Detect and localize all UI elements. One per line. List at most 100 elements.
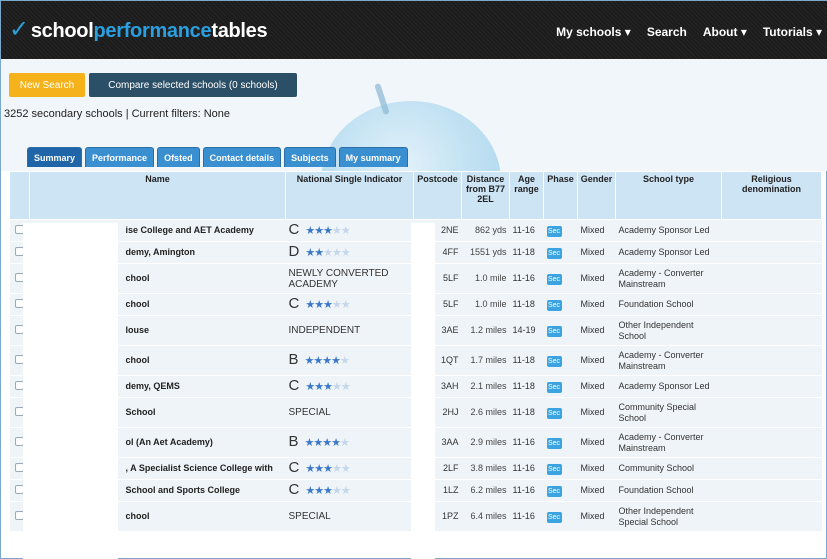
phase-cell: Sec: [543, 427, 578, 458]
nsi-grade: C: [288, 295, 300, 312]
star-icon: ★: [331, 437, 341, 449]
phase-badge: Sec: [546, 355, 562, 367]
nsi-grade: C: [288, 459, 300, 476]
age-range-cell: 11-18: [509, 345, 544, 376]
tab-summary[interactable]: Summary: [27, 147, 83, 167]
phase-cell: Sec: [543, 345, 578, 376]
nsi-cell: INDEPENDENT: [285, 315, 414, 346]
star-icon: ★: [340, 381, 351, 393]
age-range-cell: 11-16: [509, 263, 544, 294]
phase-cell: Sec: [543, 457, 578, 480]
phase-cell: Sec: [543, 315, 578, 346]
star-icon: ★: [322, 437, 332, 449]
star-icon: ★: [340, 463, 351, 475]
star-icon: ★: [305, 463, 315, 475]
religious-denomination-cell: [721, 479, 822, 502]
phase-cell: Sec: [543, 501, 578, 532]
phase-cell: Sec: [543, 375, 578, 398]
age-range-column-header[interactable]: Age range: [509, 171, 544, 220]
school-type-cell: Community Special School: [615, 397, 722, 428]
postcode-column-header[interactable]: Postcode: [413, 171, 462, 220]
tab-contact-details[interactable]: Contact details: [202, 147, 282, 167]
tab-ofsted[interactable]: Ofsted: [157, 147, 200, 167]
star-rating: ★★★★★: [305, 355, 350, 367]
star-icon: ★: [323, 247, 333, 259]
religious-denomination-cell: [721, 457, 822, 480]
star-icon: ★: [323, 485, 333, 497]
phase-badge: Sec: [546, 463, 562, 475]
new-search-button[interactable]: New Search: [9, 73, 85, 97]
age-range-cell: 11-18: [509, 293, 544, 316]
tab-my-summary[interactable]: My summary: [338, 147, 408, 167]
nsi-status-text: SPECIAL: [288, 407, 331, 418]
religious-denomination-cell: [721, 293, 822, 316]
phase-cell: Sec: [543, 263, 578, 294]
star-icon: ★: [331, 485, 342, 497]
nav-my-schools[interactable]: My schools ▾: [556, 25, 631, 39]
distance-cell: 1.7 miles: [461, 345, 510, 376]
distance-cell: 6.4 miles: [461, 501, 510, 532]
star-icon: ★: [340, 355, 350, 367]
nsi-status-text: NEWLY CONVERTED ACADEMY: [288, 267, 389, 290]
star-icon: ★: [314, 463, 324, 475]
age-range-cell: 11-16: [509, 479, 544, 502]
redaction-block: [23, 223, 118, 559]
gender-cell: Mixed: [577, 375, 616, 398]
gender-cell: Mixed: [577, 427, 616, 458]
tab-performance[interactable]: Performance: [85, 147, 155, 167]
school-type-cell: Academy - Converter Mainstream: [615, 263, 722, 294]
nav-tutorials[interactable]: Tutorials ▾: [763, 25, 822, 39]
star-icon: ★: [331, 299, 342, 311]
age-range-cell: 11-18: [509, 397, 544, 428]
star-icon: ★: [323, 299, 333, 311]
distance-cell: 1.2 miles: [461, 315, 510, 346]
school-type-cell: Other Independent School: [615, 315, 722, 346]
star-icon: ★: [313, 355, 323, 367]
school-type-cell: Academy Sponsor Led: [615, 375, 722, 398]
phase-badge: Sec: [546, 485, 562, 497]
star-icon: ★: [323, 381, 333, 393]
tab-subjects[interactable]: Subjects: [284, 147, 336, 167]
gender-cell: Mixed: [577, 397, 616, 428]
nsi-grade: B: [288, 433, 299, 450]
top-navigation-bar: ✓ schoolperformancetables My schools ▾ Se…: [1, 1, 827, 59]
logo-text-school: school: [30, 20, 94, 42]
nav-about[interactable]: About ▾: [703, 25, 747, 39]
redaction-block: [411, 223, 435, 559]
star-icon: ★: [340, 225, 351, 237]
star-icon: ★: [322, 355, 332, 367]
nsi-grade: D: [288, 243, 300, 260]
star-icon: ★: [340, 437, 350, 449]
star-icon: ★: [331, 463, 342, 475]
school-type-column-header[interactable]: School type: [615, 171, 722, 220]
phase-cell: Sec: [543, 219, 578, 242]
religious-denomination-cell: [721, 315, 822, 346]
nav-search[interactable]: Search: [647, 25, 687, 39]
nsi-grade: C: [288, 481, 300, 498]
logo-text-tables: tables: [211, 20, 268, 42]
compare-schools-button[interactable]: Compare selected schools (0 schools): [89, 73, 297, 97]
phase-badge: Sec: [546, 325, 562, 337]
distance-column-header[interactable]: Distance from B77 2EL: [461, 171, 510, 220]
nsi-column-header[interactable]: National Single Indicator: [285, 171, 414, 220]
site-logo[interactable]: ✓ schoolperformancetables: [9, 15, 268, 44]
results-summary: 3252 secondary schools | Current filters…: [4, 108, 231, 120]
star-icon: ★: [323, 463, 333, 475]
phase-column-header[interactable]: Phase: [543, 171, 578, 220]
nsi-status-text: SPECIAL: [288, 511, 331, 522]
gender-column-header[interactable]: Gender: [577, 171, 616, 220]
distance-cell: 1.0 mile: [461, 293, 510, 316]
religious-denomination-cell: [721, 345, 822, 376]
star-icon: ★: [331, 355, 341, 367]
religious-denomination-cell: [721, 375, 822, 398]
age-range-cell: 11-16: [509, 219, 544, 242]
religious-denomination-column-header[interactable]: Religious denomination: [721, 171, 822, 220]
nsi-cell: D ★★★★★: [285, 241, 414, 264]
nsi-cell: C ★★★★★: [285, 457, 414, 480]
star-icon: ★: [340, 485, 351, 497]
name-column-header[interactable]: Name: [29, 171, 286, 220]
results-tabs: Summary Performance Ofsted Contact detai…: [27, 147, 408, 167]
phase-badge: Sec: [546, 299, 562, 311]
gender-cell: Mixed: [577, 219, 616, 242]
age-range-cell: 14-19: [509, 315, 544, 346]
